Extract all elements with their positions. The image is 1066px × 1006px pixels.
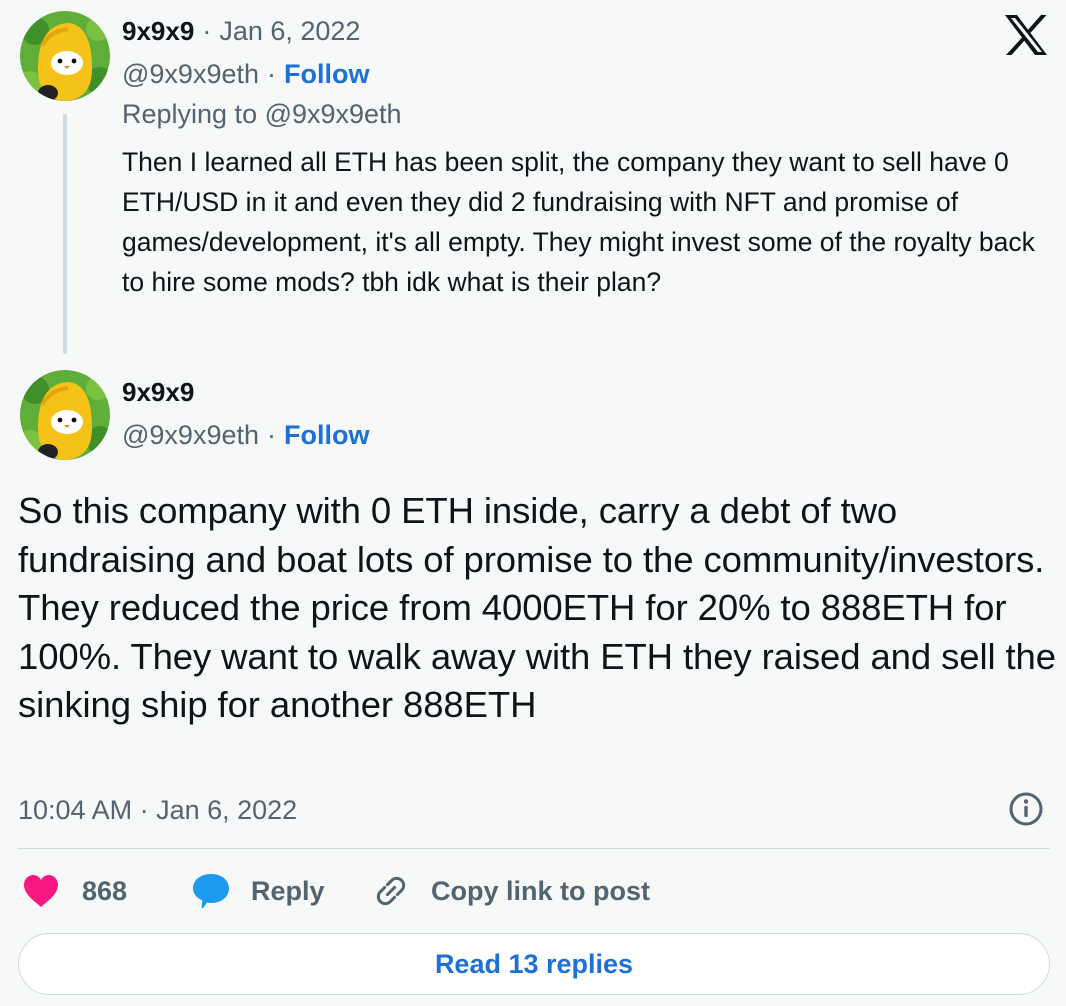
author-name[interactable]: 9x9x9 xyxy=(122,16,194,47)
main-tweet-text: So this company with 0 ETH inside, carry… xyxy=(18,490,1056,725)
reply-button[interactable]: Reply xyxy=(191,870,325,912)
follow-button[interactable]: Follow xyxy=(284,420,369,451)
read-replies-label: Read 13 replies xyxy=(434,948,634,979)
author-handle[interactable]: @9x9x9eth xyxy=(122,420,259,451)
divider xyxy=(18,848,1050,849)
thread-line xyxy=(63,114,67,354)
reply-tweet-text: Then I learned all ETH has been split, t… xyxy=(122,147,1035,297)
heart-icon xyxy=(22,874,60,908)
author-name[interactable]: 9x9x9 xyxy=(122,373,194,411)
link-icon xyxy=(373,873,409,909)
x-logo-icon[interactable] xyxy=(1003,14,1049,56)
replying-to[interactable]: Replying to @9x9x9eth xyxy=(122,94,402,134)
tweet-timestamp[interactable]: 10:04 AM · Jan 6, 2022 xyxy=(18,790,297,830)
info-icon[interactable] xyxy=(1008,791,1044,827)
separator: · xyxy=(202,15,212,46)
author-handle[interactable]: @9x9x9eth xyxy=(122,59,259,90)
avatar[interactable] xyxy=(20,370,110,460)
tweet-date[interactable]: Jan 6, 2022 xyxy=(219,16,360,47)
avatar[interactable] xyxy=(20,11,110,101)
copy-link-button[interactable]: Copy link to post xyxy=(373,870,650,912)
copy-link-label: Copy link to post xyxy=(431,875,650,906)
separator: · xyxy=(267,419,276,450)
reply-label: Reply xyxy=(251,875,325,906)
speech-bubble-icon xyxy=(191,872,231,910)
like-button[interactable]: 868 xyxy=(22,870,127,912)
separator: · xyxy=(267,58,276,89)
read-replies-button[interactable]: Read 13 replies xyxy=(18,933,1050,995)
follow-button[interactable]: Follow xyxy=(284,59,369,90)
like-count: 868 xyxy=(82,875,128,906)
